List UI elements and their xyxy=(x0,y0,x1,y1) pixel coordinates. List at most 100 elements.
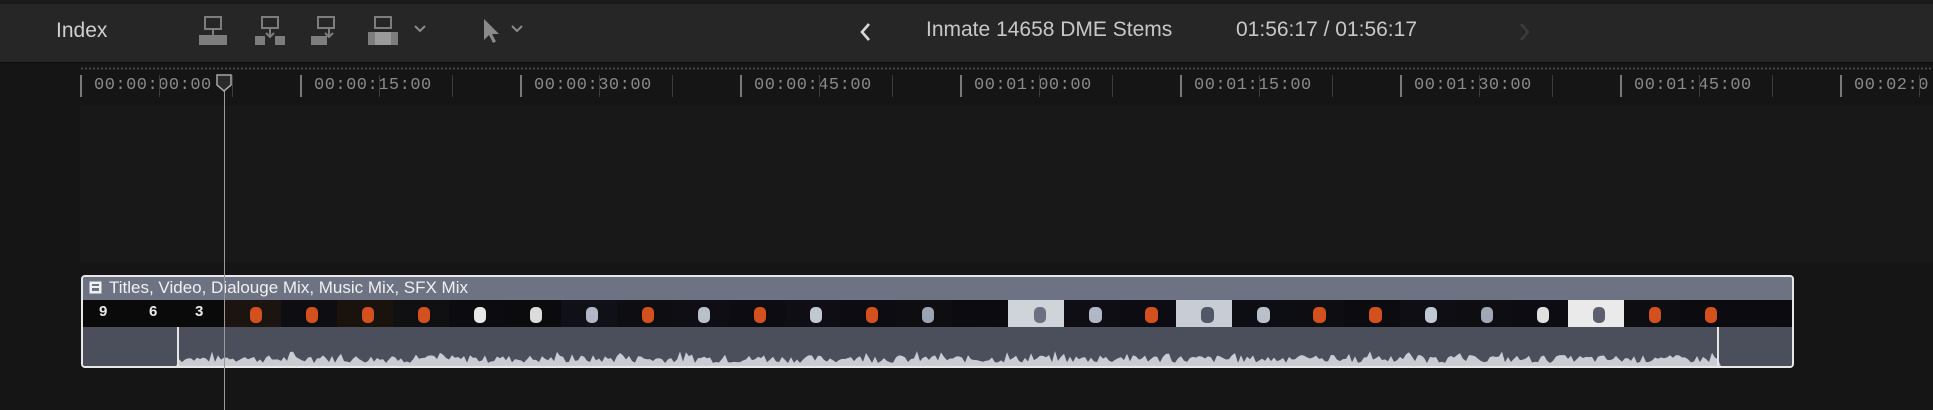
clip-header: Titles, Video, Dialouge Mix, Music Mix, … xyxy=(83,277,1792,300)
ruler-minor-tick xyxy=(892,75,893,97)
frame-subject xyxy=(1760,307,1774,323)
ruler-major-tick xyxy=(520,75,522,97)
playhead-handle[interactable] xyxy=(216,74,232,92)
ruler-minor-tick xyxy=(1039,75,1040,97)
filmstrip-frame xyxy=(1120,300,1177,327)
timecode-display: 01:56:17 / 01:56:17 xyxy=(1236,18,1417,41)
ruler-timecode-label: 00:01:00:00 xyxy=(974,76,1092,95)
ruler-major-tick xyxy=(1620,75,1622,97)
ruler-minor-tick xyxy=(232,75,233,97)
frame-subject xyxy=(977,307,990,323)
ruler-minor-tick xyxy=(819,75,820,97)
filmstrip-frame xyxy=(1567,300,1624,327)
ruler-major-tick xyxy=(740,75,742,97)
empty-track-region xyxy=(80,105,1933,263)
ruler-minor-tick xyxy=(672,75,673,97)
filmstrip-frame xyxy=(1008,300,1065,327)
overwrite-clip-icon[interactable] xyxy=(365,14,401,48)
frame-subject xyxy=(473,307,487,323)
ruler-timecode-label: 00:00:00:00 xyxy=(94,76,212,95)
timeline-ruler[interactable]: 00:00:00:00 00:00:15:00 00:00:30:00 00:00:4… xyxy=(0,63,1933,105)
ruler-minor-tick xyxy=(452,75,453,97)
project-title: Inmate 14658 DME Stems xyxy=(926,18,1173,41)
frame-subject xyxy=(697,307,711,323)
toolbar-top-border xyxy=(0,0,1933,4)
frame-subject xyxy=(529,307,543,323)
filmstrip-frame xyxy=(1400,300,1456,327)
clip-title: Titles, Video, Dialouge Mix, Music Mix, … xyxy=(109,278,468,297)
arrow-pointer-icon[interactable] xyxy=(472,14,508,48)
filmstrip-frame xyxy=(952,300,1009,327)
ruler-minor-tick xyxy=(1919,75,1920,97)
frame-subject xyxy=(1033,307,1046,323)
append-clip-icon[interactable] xyxy=(308,14,344,48)
countdown-number: 3 xyxy=(195,303,204,320)
ruler-minor-tick xyxy=(379,75,380,97)
ruler-timecode-label: 00:01:45:00 xyxy=(1634,76,1752,95)
ruler-minor-tick xyxy=(159,75,160,97)
filmstrip-frame xyxy=(280,300,337,327)
ruler-minor-tick xyxy=(1332,75,1333,97)
frame-subject xyxy=(1313,307,1326,323)
frame-subject xyxy=(1201,307,1214,323)
playhead-line[interactable] xyxy=(224,76,225,410)
filmstrip-frame xyxy=(896,300,953,327)
audio-waveform xyxy=(83,327,1792,366)
ruler-minor-tick xyxy=(1772,75,1773,97)
frame-subject xyxy=(753,307,767,323)
ruler-minor-tick xyxy=(1699,75,1700,97)
index-button[interactable]: Index xyxy=(40,18,123,44)
filmstrip-frame xyxy=(1176,300,1233,327)
filmstrip-frame xyxy=(1455,300,1512,327)
connect-clip-icon[interactable] xyxy=(195,14,231,48)
waveform-path xyxy=(176,351,1721,366)
frame-subject xyxy=(865,307,878,323)
ruler-major-tick xyxy=(1180,75,1182,97)
filmstrip-frame xyxy=(336,300,393,327)
frame-subject xyxy=(418,307,431,323)
ruler-timecode-label: 00:02:0 xyxy=(1854,76,1929,95)
frame-subject xyxy=(641,307,655,323)
frame-subject xyxy=(1704,307,1718,323)
countdown-frame: 9 6 3 xyxy=(83,300,225,327)
chevron-down-icon[interactable] xyxy=(412,22,428,36)
filmstrip-frame xyxy=(672,300,729,327)
frame-subject xyxy=(250,307,263,323)
filmstrip-frame xyxy=(1623,300,1680,327)
clip-filmstrip: 9 6 3 xyxy=(83,300,1792,327)
filmstrip-frame xyxy=(225,300,281,327)
countdown-number: 9 xyxy=(99,303,108,320)
frame-subject xyxy=(585,307,599,323)
filmstrip-frame xyxy=(392,300,449,327)
ruler-major-tick xyxy=(80,75,82,97)
filmstrip-frame xyxy=(1288,300,1345,327)
frame-subject xyxy=(1649,307,1662,323)
ruler-major-tick xyxy=(1840,75,1842,97)
ruler-major-tick xyxy=(1400,75,1402,97)
chevron-left-icon[interactable] xyxy=(852,17,880,47)
compound-clip-icon xyxy=(89,281,102,294)
filmstrip-frame xyxy=(560,300,617,327)
ruler-dots xyxy=(80,67,1933,70)
filmstrip-frame xyxy=(1735,300,1792,327)
chevron-right-icon[interactable] xyxy=(1510,17,1538,47)
ruler-timecode-label: 00:00:30:00 xyxy=(534,76,652,95)
frame-subject xyxy=(1089,307,1102,323)
ruler-minor-tick xyxy=(1112,75,1113,97)
countdown-number: 6 xyxy=(149,303,158,320)
timeline-toolbar: Index Inmate 14658 DME Stems 01:56:17 / … xyxy=(0,0,1933,63)
ruler-minor-tick xyxy=(599,75,600,97)
frame-subject xyxy=(809,307,822,323)
ruler-timecode-label: 00:00:15:00 xyxy=(314,76,432,95)
compound-clip[interactable]: Titles, Video, Dialouge Mix, Music Mix, … xyxy=(81,275,1794,368)
chevron-down-icon[interactable] xyxy=(509,22,525,36)
ruler-timecode-label: 00:01:30:00 xyxy=(1414,76,1532,95)
frame-subject xyxy=(362,307,375,323)
filmstrip-frame xyxy=(1232,300,1289,327)
ruler-minor-tick xyxy=(1552,75,1553,97)
filmstrip-frame xyxy=(1679,300,1736,327)
insert-clip-icon[interactable] xyxy=(252,14,288,48)
frame-subject xyxy=(1369,307,1382,323)
filmstrip-frame xyxy=(616,300,673,327)
filmstrip-frame xyxy=(1064,300,1121,327)
